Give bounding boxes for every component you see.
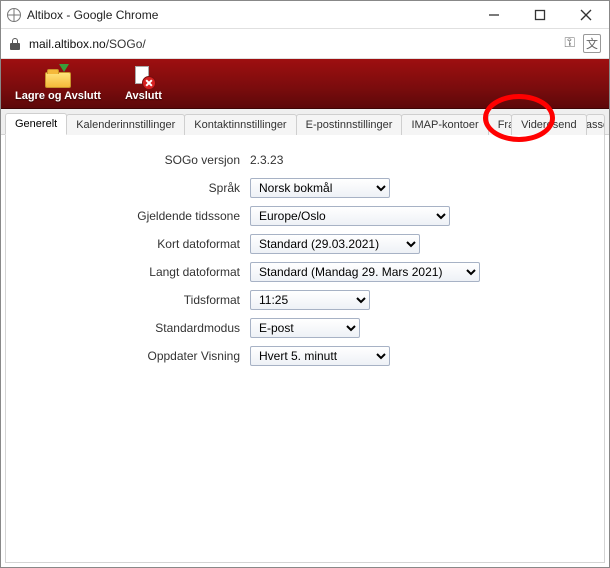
default-mode-select[interactable]: E-post [250, 318, 360, 338]
tab-contacts[interactable]: Kontaktinnstillinger [184, 114, 296, 135]
settings-tabs: Generelt Kalenderinnstillinger Kontaktin… [1, 109, 609, 135]
app-icon [7, 8, 21, 22]
time-format-select[interactable]: 11:25 [250, 290, 370, 310]
default-mode-label: Standardmodus [22, 321, 250, 335]
address-bar-icons: ⚿ 文 [564, 34, 601, 53]
short-date-label: Kort datoformat [22, 237, 250, 251]
save-and-quit-button[interactable]: Lagre og Avslutt [15, 66, 101, 102]
lock-icon [9, 38, 21, 50]
tab-forward[interactable]: Videresend [511, 114, 586, 135]
maximize-icon [534, 9, 546, 21]
browser-window: Altibox - Google Chrome mail.altibox.no/… [0, 0, 610, 568]
quit-label: Avslutt [125, 90, 162, 102]
long-date-label: Langt datoformat [22, 265, 250, 279]
language-select[interactable]: Norsk bokmål [250, 178, 390, 198]
short-date-select[interactable]: Standard (29.03.2021) [250, 234, 420, 254]
url-path: /SOGo/ [106, 37, 146, 51]
maximize-button[interactable] [517, 1, 563, 28]
save-and-quit-label: Lagre og Avslutt [15, 90, 101, 102]
quit-button[interactable]: Avslutt [125, 66, 162, 102]
version-label: SOGo versjon [22, 153, 250, 167]
window-controls [471, 1, 609, 28]
minimize-icon [488, 9, 500, 21]
refresh-label: Oppdater Visning [22, 349, 250, 363]
url-display[interactable]: mail.altibox.no/SOGo/ [29, 37, 146, 51]
translate-icon[interactable]: 文 [583, 34, 601, 53]
tab-general[interactable]: Generelt [5, 113, 67, 135]
tab-email[interactable]: E-postinnstillinger [296, 114, 403, 135]
long-date-select[interactable]: Standard (Mandag 29. Mars 2021) [250, 262, 480, 282]
tab-password[interactable]: Passord [586, 114, 605, 135]
minimize-button[interactable] [471, 1, 517, 28]
settings-panel: SOGo versjon 2.3.23 Språk Norsk bokmål G… [5, 135, 605, 563]
close-button[interactable] [563, 1, 609, 28]
key-icon[interactable]: ⚿ [564, 34, 573, 53]
url-host: mail.altibox.no [29, 37, 106, 51]
close-icon [580, 9, 592, 21]
address-bar: mail.altibox.no/SOGo/ ⚿ 文 [1, 29, 609, 59]
app-toolbar: Lagre og Avslutt Avslutt [1, 59, 609, 109]
tab-calendar[interactable]: Kalenderinnstillinger [66, 114, 185, 135]
refresh-select[interactable]: Hvert 5. minutt [250, 346, 390, 366]
timezone-label: Gjeldende tidssone [22, 209, 250, 223]
save-icon [45, 66, 71, 88]
timezone-select[interactable]: Europe/Oslo [250, 206, 450, 226]
quit-icon [132, 66, 154, 88]
time-format-label: Tidsformat [22, 293, 250, 307]
tab-absence[interactable]: Fravær [488, 114, 512, 135]
window-title: Altibox - Google Chrome [27, 8, 158, 22]
tab-imap[interactable]: IMAP-kontoer [401, 114, 488, 135]
language-label: Språk [22, 181, 250, 195]
titlebar: Altibox - Google Chrome [1, 1, 609, 29]
version-value: 2.3.23 [250, 153, 283, 167]
